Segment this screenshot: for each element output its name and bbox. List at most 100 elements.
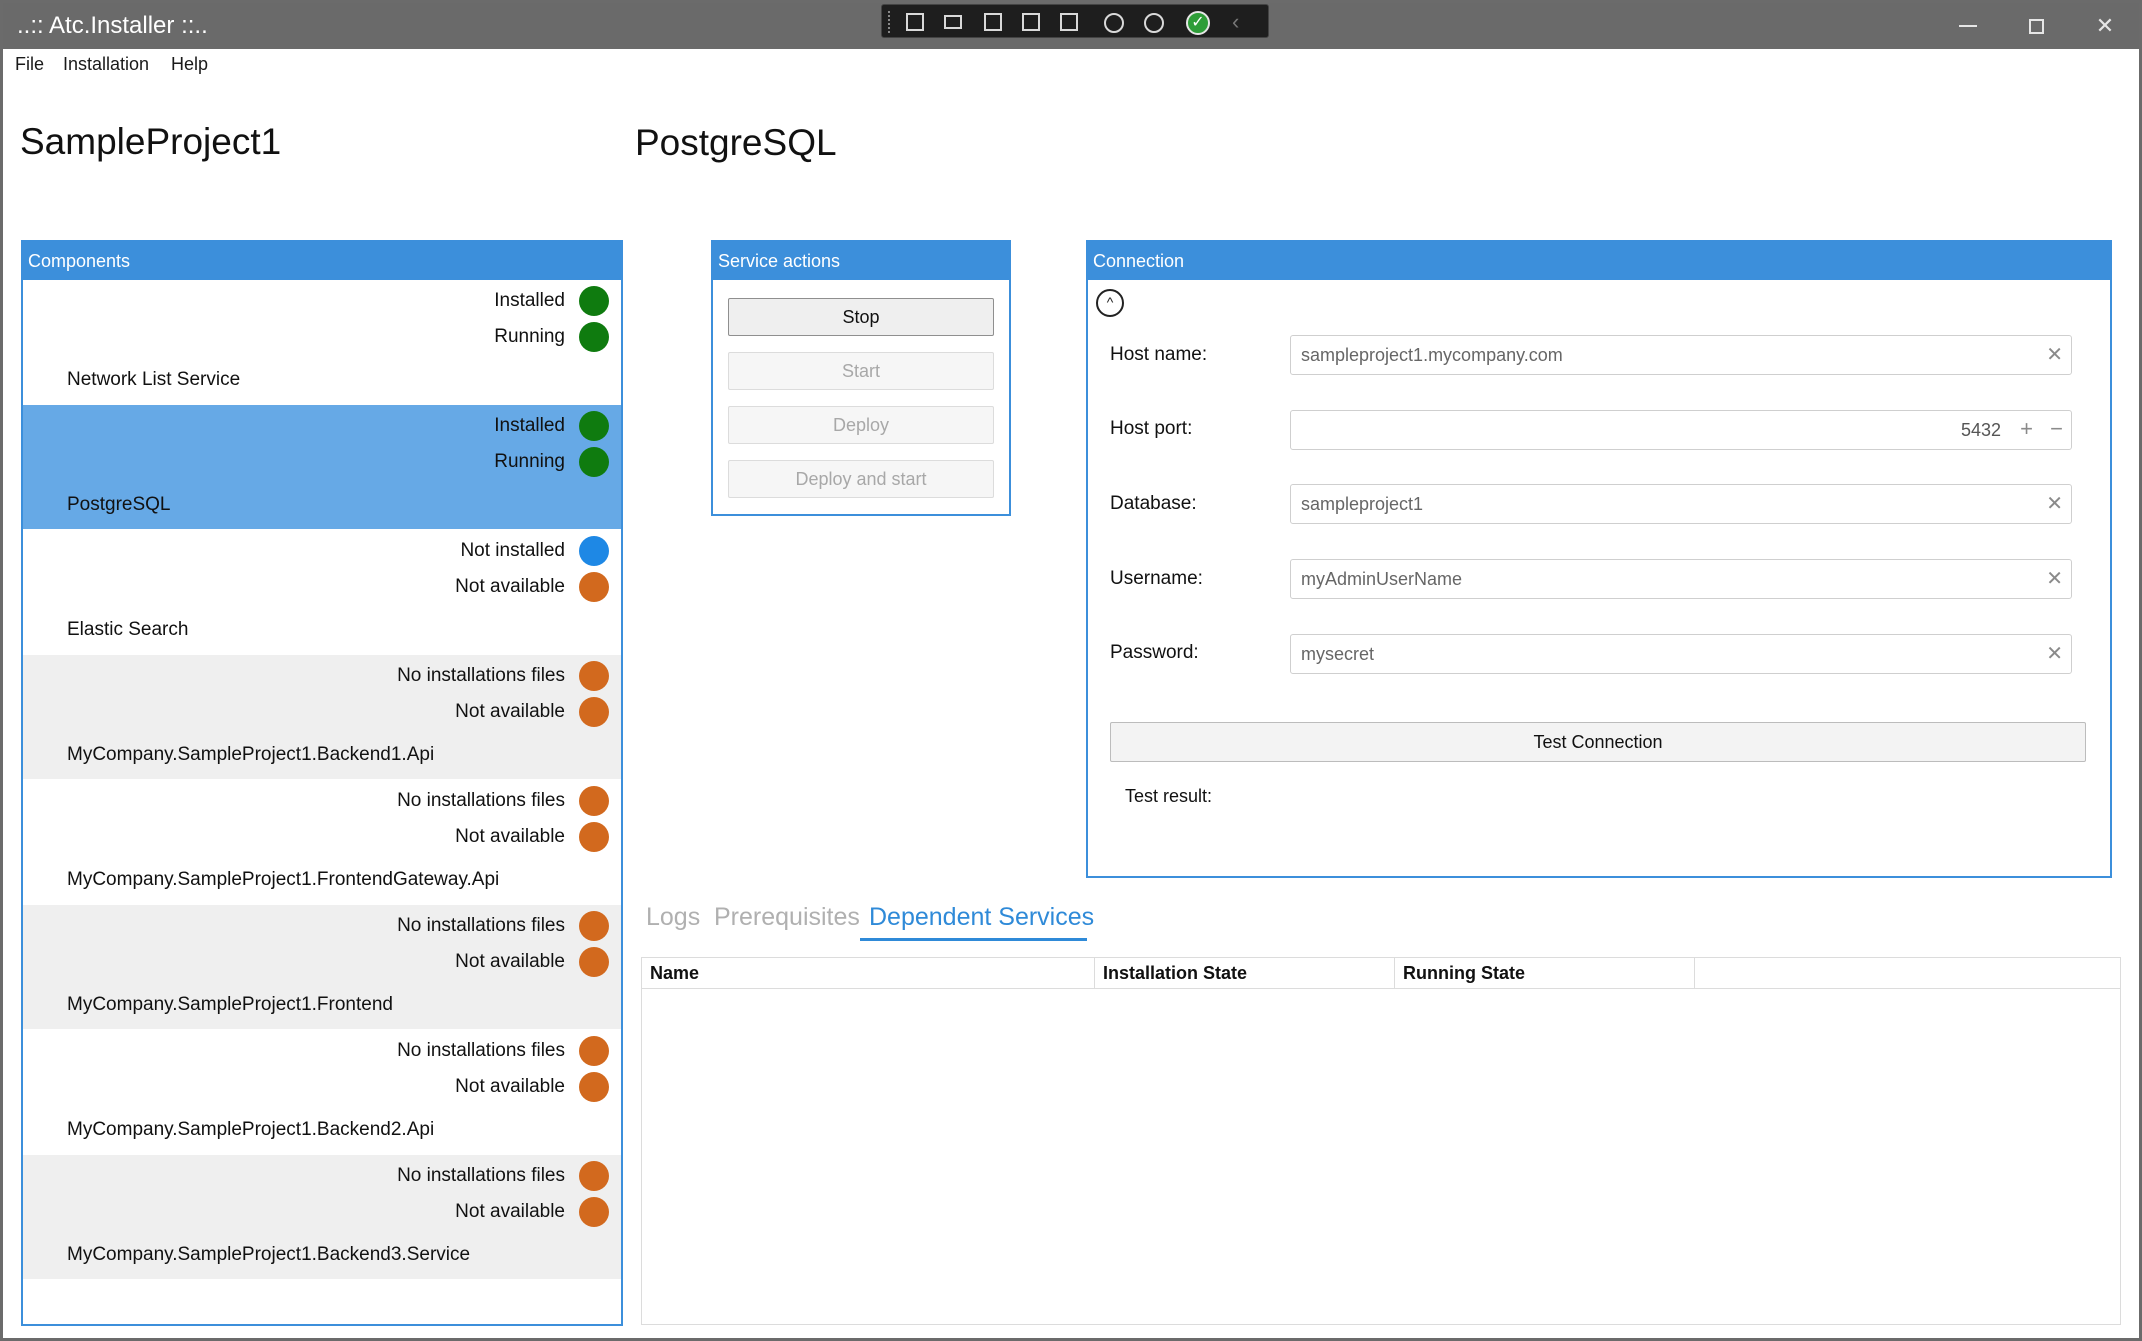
tab-logs[interactable]: Logs — [646, 903, 700, 932]
running-status-dot-icon — [579, 822, 609, 852]
service-actions-panel: Service actions Stop Start Deploy Deploy… — [711, 240, 1011, 516]
component-row[interactable]: No installations files Not available MyCom… — [23, 655, 621, 779]
tab-dependent-services[interactable]: Dependent Services — [869, 903, 1094, 932]
display-layout-adorners-icon[interactable] — [1018, 9, 1044, 35]
component-name: Elastic Search — [67, 619, 189, 640]
running-status-dot-icon — [579, 1072, 609, 1102]
tab-prerequisites[interactable]: Prerequisites — [714, 903, 860, 932]
column-header-filler — [1695, 958, 2120, 988]
select-element-icon[interactable] — [980, 9, 1006, 35]
running-state-text: Running — [494, 326, 565, 347]
component-name: MyCompany.SampleProject1.Backend1.Api — [67, 744, 435, 765]
installation-status-dot-icon — [579, 411, 609, 441]
column-header-running-state[interactable]: Running State — [1395, 958, 1695, 988]
xaml-debug-toolbar: ✓ ‹ — [881, 4, 1269, 38]
clear-icon[interactable]: ✕ — [2046, 485, 2063, 523]
menu-file[interactable]: File — [15, 54, 44, 75]
title-bar[interactable]: ..:: Atc.Installer ::.. ✓ ‹ ✕ — [3, 3, 2139, 49]
checkmark-icon[interactable]: ✓ — [1184, 9, 1210, 35]
component-name: Network List Service — [67, 369, 241, 390]
component-row[interactable]: No installations files Not available MyCom… — [23, 905, 621, 1029]
dependent-services-grid[interactable]: Name Installation State Running State — [641, 957, 2121, 1325]
database-field[interactable]: sampleproject1 ✕ — [1290, 484, 2072, 524]
component-name: MyCompany.SampleProject1.Frontend — [67, 994, 393, 1015]
running-status-dot-icon — [579, 447, 609, 477]
host-name-value: sampleproject1.mycompany.com — [1301, 345, 1563, 365]
installation-status-dot-icon — [579, 536, 609, 566]
running-state-text: Not available — [455, 701, 565, 722]
project-title: SampleProject1 — [20, 121, 282, 162]
stop-button[interactable]: Stop — [728, 298, 994, 336]
component-row[interactable]: No installations files Not available MyCom… — [23, 1030, 621, 1154]
minimize-button[interactable] — [1935, 3, 2003, 49]
host-port-label: Host port: — [1110, 418, 1193, 439]
connection-header: Connection — [1088, 242, 2110, 280]
running-state-text: Not available — [455, 1076, 565, 1097]
close-button[interactable]: ✕ — [2071, 3, 2139, 49]
installation-state-text: Installed — [494, 415, 565, 436]
username-label: Username: — [1110, 568, 1203, 589]
running-state-text: Not available — [455, 1201, 565, 1222]
running-state-text: Not available — [455, 576, 565, 597]
component-row[interactable]: No installations files Not available MyCom… — [23, 780, 621, 904]
running-state-text: Not available — [455, 951, 565, 972]
test-connection-button[interactable]: Test Connection — [1110, 722, 2086, 762]
service-actions-header: Service actions — [713, 242, 1009, 280]
component-title: PostgreSQL — [635, 122, 837, 163]
clear-icon[interactable]: ✕ — [2046, 560, 2063, 598]
host-port-stepper[interactable]: 5432 + − — [1290, 410, 2072, 450]
component-row[interactable]: No installations files Not available MyCom… — [23, 1155, 621, 1279]
accessibility-icon[interactable] — [1140, 9, 1166, 35]
component-row[interactable]: Not installed Not available Elastic Search — [23, 530, 621, 654]
menu-help[interactable]: Help — [171, 54, 208, 75]
maximize-button[interactable] — [2003, 3, 2071, 49]
active-tab-indicator — [860, 938, 1087, 941]
installation-state-text: Installed — [494, 290, 565, 311]
menu-bar: File Installation Help — [3, 49, 2139, 79]
live-visual-tree-icon[interactable] — [902, 9, 928, 35]
installation-state-text: No installations files — [397, 1165, 565, 1186]
installation-state-text: No installations files — [397, 1040, 565, 1061]
deploy-button[interactable]: Deploy — [728, 406, 994, 444]
password-field[interactable]: mysecret ✕ — [1290, 634, 2072, 674]
test-result-label: Test result: — [1125, 786, 1213, 806]
increment-plus-icon[interactable]: + — [2020, 411, 2033, 447]
binding-failures-icon[interactable] — [1100, 9, 1126, 35]
collapse-chevron-up-icon[interactable]: ^ — [1096, 289, 1124, 317]
username-value: myAdminUserName — [1301, 569, 1463, 589]
column-header-installation-state[interactable]: Installation State — [1095, 958, 1395, 988]
installation-state-text: No installations files — [397, 915, 565, 936]
decrement-minus-icon[interactable]: − — [2050, 411, 2063, 447]
clear-icon[interactable]: ✕ — [2046, 336, 2063, 374]
close-icon: ✕ — [2095, 13, 2115, 38]
collapse-toolbar-chevron-icon[interactable]: ‹ — [1232, 9, 1258, 35]
running-status-dot-icon — [579, 322, 609, 352]
installation-state-text: Not installed — [460, 540, 565, 561]
record-icon[interactable] — [940, 9, 966, 35]
column-header-name[interactable]: Name — [642, 958, 1095, 988]
installation-status-dot-icon — [579, 786, 609, 816]
running-status-dot-icon — [579, 572, 609, 602]
menu-installation[interactable]: Installation — [63, 54, 149, 75]
installation-status-dot-icon — [579, 911, 609, 941]
components-panel: Components Installed Running Network List … — [21, 240, 623, 1326]
installation-status-dot-icon — [579, 1161, 609, 1191]
grid-header: Name Installation State Running State — [642, 958, 2120, 989]
username-field[interactable]: myAdminUserName ✕ — [1290, 559, 2072, 599]
component-name: PostgreSQL — [67, 494, 171, 515]
toolbar-grip-icon[interactable] — [888, 11, 894, 33]
running-status-dot-icon — [579, 1197, 609, 1227]
running-state-text: Running — [494, 451, 565, 472]
deploy-and-start-button[interactable]: Deploy and start — [728, 460, 994, 498]
start-button[interactable]: Start — [728, 352, 994, 390]
app-window: ..:: Atc.Installer ::.. ✓ ‹ ✕ File Insta… — [0, 0, 2142, 1341]
running-status-dot-icon — [579, 947, 609, 977]
clear-icon[interactable]: ✕ — [2046, 635, 2063, 673]
track-focus-icon[interactable] — [1056, 9, 1082, 35]
component-row[interactable]: Installed Running PostgreSQL — [23, 405, 621, 529]
component-name: MyCompany.SampleProject1.Backend2.Api — [67, 1119, 435, 1140]
connection-panel: Connection ^ Host name: sampleproject1.m… — [1086, 240, 2112, 878]
host-name-field[interactable]: sampleproject1.mycompany.com ✕ — [1290, 335, 2072, 375]
component-row[interactable]: Installed Running Network List Service — [23, 280, 621, 404]
password-label: Password: — [1110, 642, 1199, 663]
